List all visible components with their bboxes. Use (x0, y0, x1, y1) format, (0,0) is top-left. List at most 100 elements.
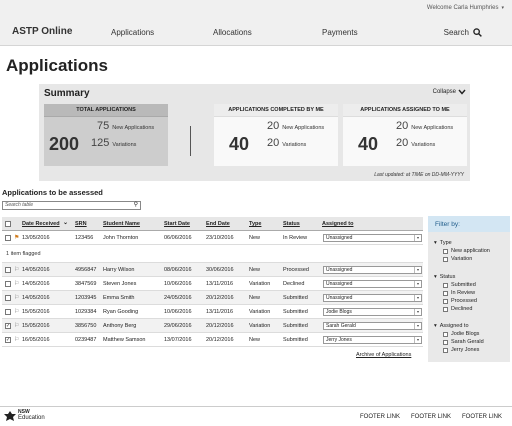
table-row[interactable]: ⚐ 14/05/2016 1203945 Emma Smith 24/05/2016 20… (2, 291, 423, 305)
assigned-to-select[interactable]: Jerry Jones ▾ (323, 336, 422, 344)
cell-srn: 123456 (75, 235, 94, 241)
flag-icon[interactable]: ⚐ (14, 280, 19, 287)
nsw-education-logo[interactable]: NSW Education (4, 410, 45, 421)
filter-option[interactable]: Sarah Gerald (443, 339, 484, 345)
footer-link[interactable]: FOOTER LINK (360, 414, 400, 420)
filter-group-type: ▾ Type New application Variation (434, 240, 490, 264)
archive-link[interactable]: Archive of Applications (356, 352, 411, 358)
filter-checkbox[interactable] (443, 282, 448, 288)
nav-applications[interactable]: Applications (111, 28, 154, 37)
col-status[interactable]: Status (283, 221, 300, 227)
variations-stat: 20 Variations (396, 137, 435, 149)
flag-icon[interactable]: ⚐ (14, 336, 19, 343)
col-start-date[interactable]: Start Date (164, 221, 190, 227)
assigned-to-select[interactable]: Unassigned ▾ (323, 266, 422, 274)
cell-status: Declined (283, 281, 305, 287)
col-srn[interactable]: SRN (75, 221, 87, 227)
filter-checkbox[interactable] (443, 256, 448, 262)
filter-option[interactable]: Submitted (443, 282, 477, 288)
cell-date-received: 14/05/2016 (22, 281, 50, 287)
filter-checkbox[interactable] (443, 347, 448, 353)
brand-title[interactable]: ASTP Online (12, 26, 72, 37)
chevron-down-icon: ▾ (414, 337, 421, 343)
cell-srn: 4956847 (75, 267, 97, 273)
row-checkbox[interactable]: ✓ (5, 337, 11, 343)
completed-by-me-card: APPLICATIONS COMPLETED BY ME 40 20 New A… (214, 104, 338, 166)
filter-group-title[interactable]: ▾ Type (434, 240, 490, 246)
row-checkbox[interactable] (5, 267, 11, 273)
footer-link[interactable]: FOOTER LINK (462, 414, 502, 420)
flag-icon[interactable]: ⚑ (14, 234, 19, 241)
col-date-received[interactable]: Date Received (22, 221, 60, 227)
summary-panel: Summary Collapse TOTAL APPLICATIONS 200 … (39, 84, 470, 181)
filter-option[interactable]: Declined (443, 306, 477, 312)
search-icon[interactable]: ⚲ (134, 202, 138, 209)
collapse-button[interactable]: Collapse (433, 89, 466, 95)
filter-option[interactable]: In Review (443, 290, 477, 296)
filter-group-title[interactable]: ▾ Assigned to (434, 323, 484, 329)
new-count: 20 (267, 120, 280, 132)
flag-icon[interactable]: ⚐ (14, 308, 19, 315)
total-applications-card: TOTAL APPLICATIONS 200 75 New Applicatio… (44, 104, 168, 166)
search-button[interactable]: Search (444, 28, 482, 37)
assigned-value: Unassigned (326, 267, 353, 273)
card-title: APPLICATIONS COMPLETED BY ME (214, 104, 338, 117)
assigned-value: Unassigned (326, 235, 353, 241)
flag-icon[interactable]: ⚐ (14, 294, 19, 301)
nav-payments[interactable]: Payments (322, 28, 358, 37)
nav-allocations[interactable]: Allocations (213, 28, 252, 37)
filter-group-title[interactable]: ▾ Status (434, 274, 477, 280)
row-checkbox[interactable]: ✓ (5, 323, 11, 329)
filter-option[interactable]: New application (443, 248, 490, 254)
filter-checkbox[interactable] (443, 290, 448, 296)
row-checkbox[interactable] (5, 295, 11, 301)
chevron-down-icon[interactable]: ⌄ (63, 219, 68, 226)
flagged-summary-row: 1 item flagged (2, 245, 423, 263)
table-row[interactable]: ✓ ⚐ 15/05/2016 3856750 Anthony Berg 29/06/201… (2, 319, 423, 333)
assigned-to-select[interactable]: Unassigned ▾ (323, 280, 422, 288)
cell-student-name: Ryan Gooding (103, 309, 139, 315)
flag-icon[interactable]: ⚐ (14, 322, 19, 329)
user-menu[interactable]: Welcome Carla Humphries ▾ (427, 5, 504, 11)
filter-checkbox[interactable] (443, 331, 448, 337)
select-all-checkbox[interactable] (5, 221, 11, 227)
col-end-date[interactable]: End Date (206, 221, 230, 227)
col-type[interactable]: Type (249, 221, 261, 227)
cell-type: Variation (249, 281, 271, 287)
filter-checkbox[interactable] (443, 248, 448, 254)
table-row[interactable]: ✓ ⚐ 16/05/2016 0239487 Matthew Samson 13/07/2… (2, 333, 423, 347)
divider (190, 126, 191, 156)
assigned-to-select[interactable]: Unassigned ▾ (323, 294, 422, 302)
table-row[interactable]: ⚐ 14/05/2016 4956847 Harry Wilson 08/06/2016… (2, 263, 423, 277)
row-checkbox[interactable] (5, 235, 11, 241)
filter-option-label: New application (451, 248, 490, 254)
cell-student-name: Anthony Berg (103, 323, 137, 329)
search-table-input[interactable]: Search table ⚲ (2, 201, 141, 210)
flag-icon[interactable]: ⚐ (14, 266, 19, 273)
cell-status: Processed (283, 267, 309, 273)
assigned-to-select[interactable]: Unassigned ▾ (323, 234, 422, 242)
filter-checkbox[interactable] (443, 339, 448, 345)
assigned-count: 40 (358, 134, 379, 154)
assigned-to-select[interactable]: Sarah Gerald ▾ (323, 322, 422, 330)
table-row[interactable]: ⚐ 15/05/2016 1029384 Ryan Gooding 10/06/2016… (2, 305, 423, 319)
cell-start-date: 10/06/2016 (164, 309, 192, 315)
filter-option[interactable]: Jodie Blogs (443, 331, 484, 337)
filter-option[interactable]: Jerry Jones (443, 347, 484, 353)
assigned-to-select[interactable]: Jodie Blogs ▾ (323, 308, 422, 316)
col-student-name[interactable]: Student Name (103, 221, 140, 227)
filter-checkbox[interactable] (443, 298, 448, 304)
table-row[interactable]: ⚐ 14/05/2016 3847569 Steven Jones 10/06/2016… (2, 277, 423, 291)
logo-education: Education (18, 415, 45, 421)
table-row[interactable]: ⚑ 13/05/2016 123456 John Thornton 06/06/2016… (2, 231, 423, 245)
filter-option[interactable]: Variation (443, 256, 490, 262)
filter-option[interactable]: Processed (443, 298, 477, 304)
row-checkbox[interactable] (5, 281, 11, 287)
col-assigned-to[interactable]: Assigned to (322, 221, 353, 227)
table-body: ⚑ 13/05/2016 123456 John Thornton 06/06/2016… (2, 231, 423, 347)
filter-checkbox[interactable] (443, 306, 448, 312)
row-checkbox[interactable] (5, 309, 11, 315)
filter-group-label: Status (439, 274, 456, 280)
footer-link[interactable]: FOOTER LINK (411, 414, 451, 420)
filter-title: Filter by: (428, 216, 510, 232)
